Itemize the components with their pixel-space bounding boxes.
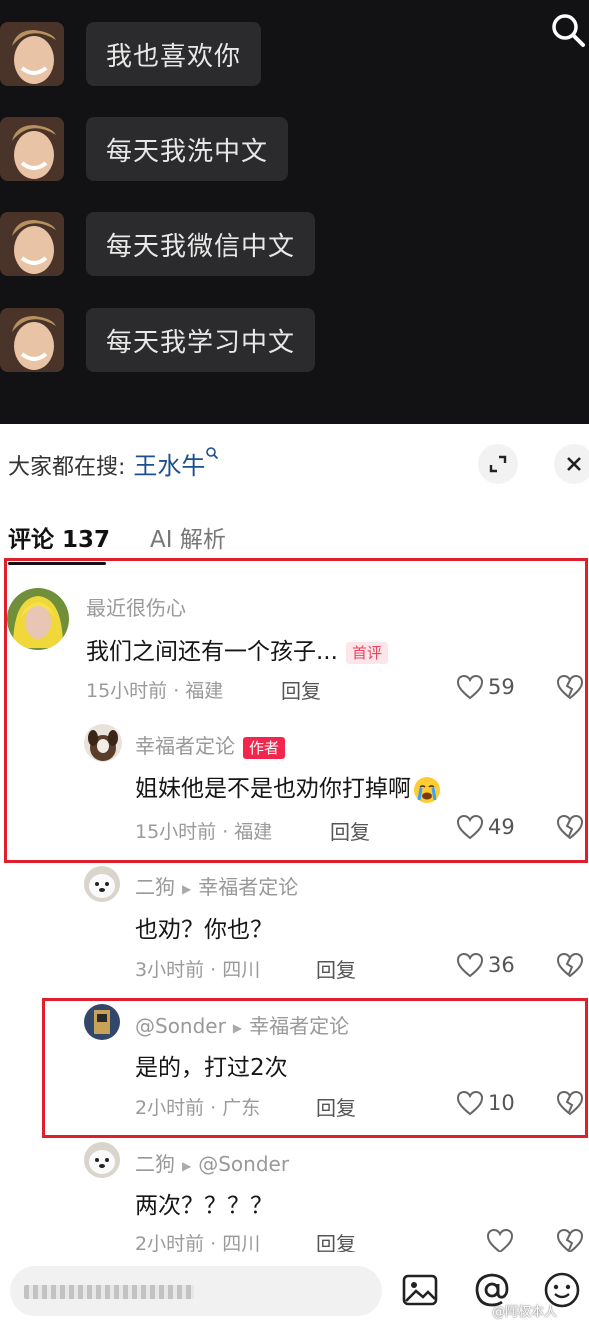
reply-button[interactable]: 回复	[281, 675, 321, 704]
video-player[interactable]: 我也喜欢你 每天我洗中文 每天我微信中文 每天我学习中文	[0, 0, 589, 424]
dislike-icon[interactable]	[556, 674, 584, 700]
expand-icon	[489, 455, 507, 473]
reply-to-username[interactable]: 幸福者定论	[249, 1014, 349, 1038]
comment-meta: 2小时前 · 广东	[135, 1097, 261, 1119]
chat-bubble: 每天我学习中文	[86, 308, 316, 372]
search-icon[interactable]	[548, 10, 588, 50]
search-suggestion[interactable]: 大家都在搜: 王水牛	[8, 446, 219, 481]
close-button[interactable]	[554, 444, 589, 484]
heart-icon	[456, 674, 484, 700]
avatar[interactable]	[84, 724, 122, 762]
chat-avatar	[0, 22, 64, 86]
reply-to-username[interactable]: @Sonder	[198, 1152, 289, 1176]
search-suggestion-label: 大家都在搜:	[8, 455, 126, 480]
reply-arrow-icon: ▶	[182, 881, 192, 896]
avatar[interactable]	[84, 1142, 120, 1178]
dislike-icon[interactable]	[556, 814, 584, 840]
comment-panel: 大家都在搜: 王水牛 评论 137 AI 解析 最近很伤心 我们之间还有一个孩子.…	[0, 424, 589, 1326]
tab-comments[interactable]: 评论 137	[8, 520, 110, 554]
heart-icon[interactable]	[486, 1228, 514, 1254]
reply-button[interactable]: 回复	[316, 1092, 356, 1121]
reply-button[interactable]: 回复	[330, 816, 370, 845]
heart-icon	[456, 952, 484, 978]
first-comment-badge: 首评	[345, 641, 388, 664]
reply-to-username[interactable]: 幸福者定论	[198, 875, 298, 899]
comment-text: 也劝？你也？	[135, 917, 273, 943]
chat-bubble: 每天我洗中文	[86, 117, 289, 181]
like-count: 49	[488, 815, 515, 839]
chat-avatar	[0, 117, 64, 181]
chat-avatar	[0, 308, 64, 372]
reply-arrow-icon: ▶	[182, 1158, 192, 1173]
comment-username[interactable]: 最近很伤心	[86, 592, 186, 621]
like-count: 59	[488, 675, 515, 699]
chat-bubble: 每天我微信中文	[86, 212, 316, 276]
crying-emoji-icon	[414, 776, 440, 803]
image-icon[interactable]	[398, 1268, 442, 1312]
dislike-icon[interactable]	[556, 1090, 584, 1116]
watermark: @阿权本人	[492, 1305, 558, 1320]
search-suggestion-keyword[interactable]: 王水牛	[133, 452, 205, 480]
like-count: 10	[488, 1091, 515, 1115]
username-text: 二狗	[135, 1152, 175, 1176]
comment-username[interactable]: @Sonder ▶ 幸福者定论	[135, 1010, 349, 1039]
like-button[interactable]: 36	[456, 952, 515, 978]
comment-username[interactable]: 二狗 ▶ 幸福者定论	[135, 871, 298, 900]
username-text: @Sonder	[135, 1014, 226, 1038]
dislike-icon[interactable]	[556, 1228, 584, 1254]
reply-button[interactable]: 回复	[316, 954, 356, 983]
comment-input-bar: @阿权本人	[0, 1252, 589, 1326]
comment-username[interactable]: 幸福者定论 作者	[135, 730, 286, 759]
comment-text: 姐妹他是不是也劝你打掉啊	[135, 769, 441, 804]
tab-ai-analysis[interactable]: AI 解析	[150, 520, 226, 554]
username-text: 幸福者定论	[135, 734, 235, 758]
like-button[interactable]: 10	[456, 1090, 515, 1116]
dislike-icon[interactable]	[556, 952, 584, 978]
comment-meta: 15小时前 · 福建	[86, 680, 224, 702]
like-button[interactable]: 59	[456, 674, 515, 700]
like-button[interactable]: 49	[456, 814, 515, 840]
input-placeholder-blurred	[24, 1285, 194, 1299]
reply-arrow-icon: ▶	[232, 1020, 243, 1035]
avatar[interactable]	[84, 866, 120, 902]
author-badge: 作者	[243, 736, 286, 759]
avatar[interactable]	[84, 1004, 120, 1040]
heart-icon	[456, 1090, 484, 1116]
like-count: 36	[488, 953, 515, 977]
comment-body: 姐妹他是不是也劝你打掉啊	[135, 776, 411, 802]
avatar[interactable]	[7, 588, 69, 650]
username-text: 二狗	[135, 875, 175, 899]
chat-avatar	[0, 212, 64, 276]
comment-text: 两次？？？？	[135, 1193, 273, 1219]
comment-text: 我们之间还有一个孩子... 首评	[86, 632, 388, 666]
comment-meta: 3小时前 · 四川	[135, 959, 261, 981]
comment-input[interactable]	[10, 1266, 382, 1316]
search-small-icon	[206, 447, 219, 460]
close-icon	[567, 457, 581, 471]
comment-meta: 15小时前 · 福建	[135, 821, 273, 843]
expand-button[interactable]	[478, 444, 518, 484]
comment-body: 我们之间还有一个孩子...	[86, 639, 338, 665]
comment-text: 是的，打过2次	[135, 1055, 288, 1081]
comment-username[interactable]: 二狗 ▶ @Sonder	[135, 1148, 289, 1177]
heart-icon	[456, 814, 484, 840]
chat-bubble: 我也喜欢你	[86, 22, 262, 86]
